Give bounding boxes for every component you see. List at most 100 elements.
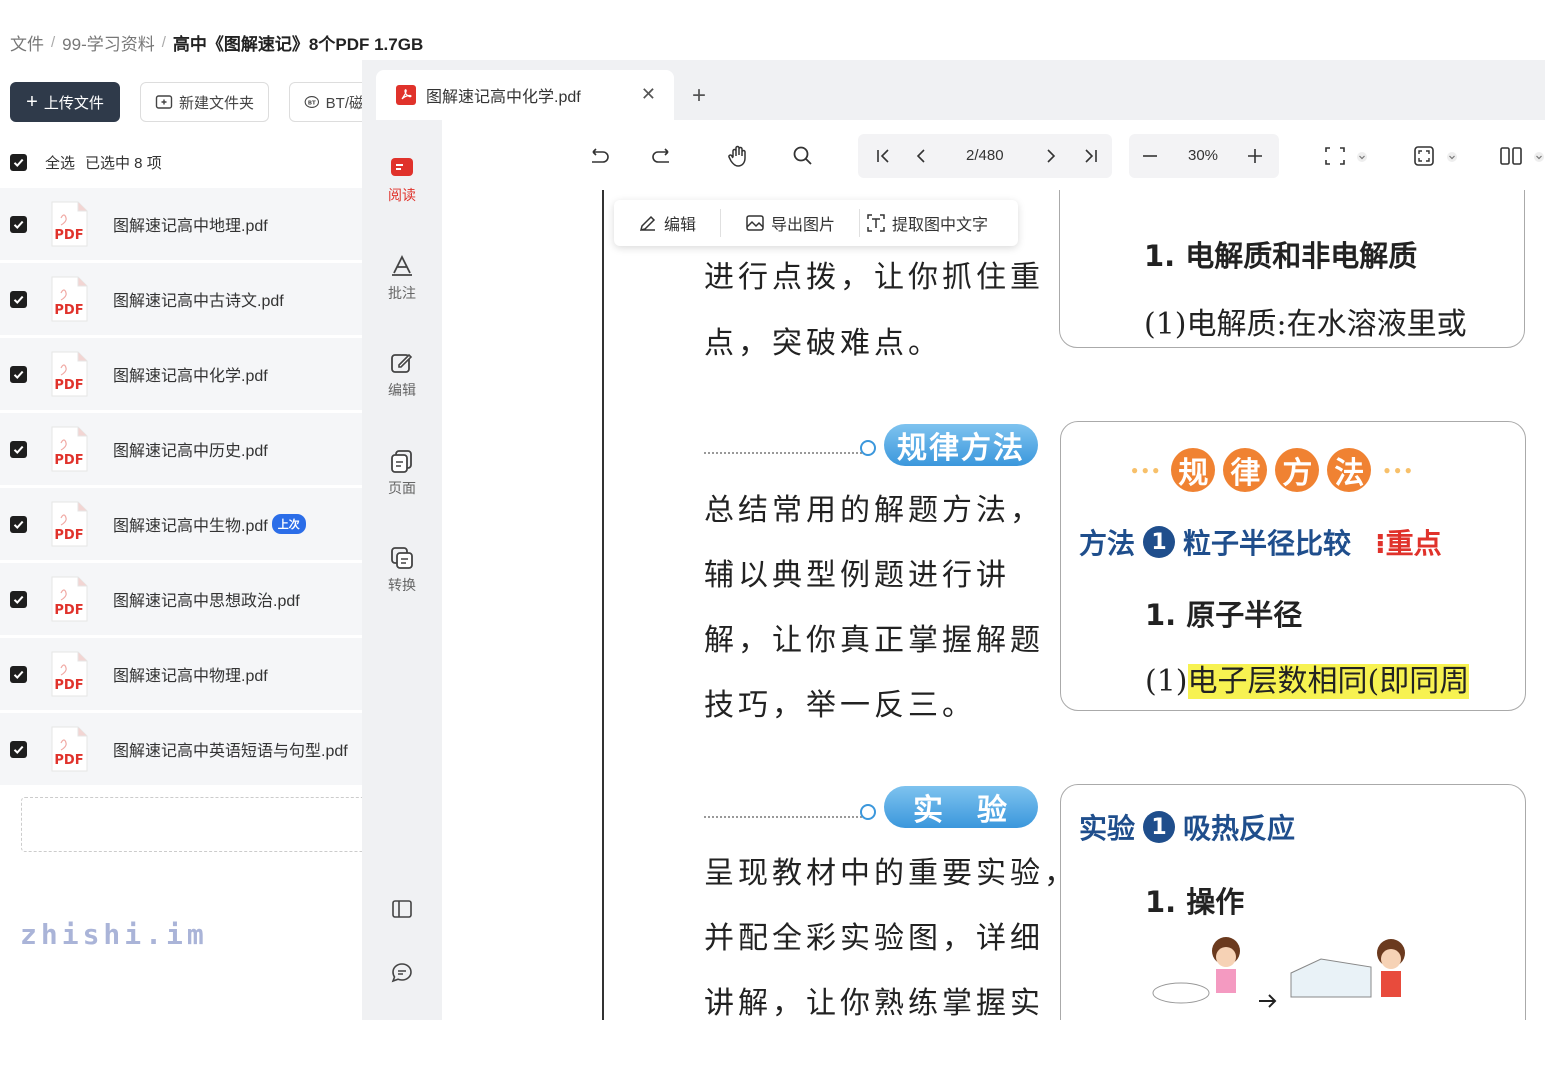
last-page-icon[interactable] <box>1078 143 1104 169</box>
text-extract-icon <box>867 214 885 232</box>
select-all-checkbox[interactable] <box>10 154 27 171</box>
fullscreen-icon[interactable] <box>1411 143 1437 169</box>
file-name: 图解速记高中古诗文.pdf <box>113 293 284 310</box>
breadcrumb-folder[interactable]: 99-学习资料 <box>62 30 155 55</box>
content-box: 1. 电解质和非电解质 (1)电解质:在水溶液里或 <box>1059 190 1525 348</box>
file-checkbox[interactable] <box>10 215 27 233</box>
new-tab-plus-icon[interactable]: + <box>692 82 706 110</box>
file-row[interactable]: PDF 图解速记高中历史.pdf <box>0 413 362 485</box>
connector-circle <box>860 804 876 820</box>
annotate-icon <box>392 254 412 276</box>
file-checkbox[interactable] <box>10 590 27 608</box>
svg-text:PDF: PDF <box>54 678 83 693</box>
page-indicator[interactable]: 2/480 <box>966 147 1004 164</box>
check-icon <box>13 158 24 168</box>
file-row[interactable]: PDF 图解速记高中古诗文.pdf <box>0 263 362 335</box>
check-icon <box>13 745 24 754</box>
sidebar-item-convert[interactable]: 转换 <box>362 545 442 595</box>
chevron-down-icon[interactable] <box>1446 152 1458 162</box>
file-row[interactable]: PDF 图解速记高中化学.pdf <box>0 338 362 410</box>
file-checkbox[interactable] <box>10 515 27 533</box>
check-icon <box>13 520 24 529</box>
pdf-file-icon: PDF <box>49 425 89 473</box>
method-banner: ● ● ● 规 律 方 法 ● ● ● <box>1131 448 1412 492</box>
upload-dropzone[interactable] <box>21 797 362 852</box>
file-checkbox[interactable] <box>10 290 27 308</box>
banner-char: 规 <box>1171 448 1216 492</box>
check-icon <box>13 445 24 454</box>
select-all-label[interactable]: 全选 <box>45 152 75 173</box>
export-image-label: 导出图片 <box>771 217 836 234</box>
sidebar-item-edit[interactable]: 编辑 <box>362 350 442 400</box>
zoom-group: 30% <box>1129 134 1279 178</box>
upload-label: 上传文件 <box>43 94 104 112</box>
chevron-down-icon[interactable] <box>1533 152 1545 162</box>
file-checkbox[interactable] <box>10 365 27 383</box>
document-area: 2/480 30% 编辑 导出图片 提取图中文字 进行点拨，让你抓住重 点，突破… <box>442 120 1545 1020</box>
pdf-file-icon: PDF <box>49 350 89 398</box>
zoom-out-icon[interactable] <box>1137 143 1163 169</box>
export-image-button[interactable]: 导出图片 <box>720 209 859 237</box>
close-icon[interactable]: ✕ <box>641 84 656 105</box>
sidebar-item-label: 阅读 <box>388 187 416 203</box>
page-text-line: 辅以典型例题进行讲 <box>704 558 1010 593</box>
file-checkbox[interactable] <box>10 440 27 458</box>
search-icon[interactable] <box>790 143 816 169</box>
edit-image-button[interactable]: 编辑 <box>614 209 720 237</box>
sidebar-item-pages[interactable]: 页面 <box>362 448 442 498</box>
file-panel: + 上传文件 新建文件夹 BT BT/磁 全选 已选中 8 项 PDF 图解速记… <box>0 70 362 1020</box>
zoom-level[interactable]: 30% <box>1188 147 1218 164</box>
chevron-down-icon[interactable] <box>1356 152 1368 162</box>
file-row[interactable]: PDF 图解速记高中生物.pdf 上次 <box>0 488 362 560</box>
sidebar-item-annotate[interactable]: 批注 <box>362 253 442 303</box>
new-folder-button[interactable]: 新建文件夹 <box>140 82 270 122</box>
file-checkbox[interactable] <box>10 740 27 758</box>
file-row[interactable]: PDF 图解速记高中思想政治.pdf <box>0 563 362 635</box>
box-heading: 1. 电解质和非电解质 <box>1144 239 1418 273</box>
file-checkbox[interactable] <box>10 665 27 683</box>
tab-active-document[interactable]: 图解速记高中化学.pdf ✕ <box>376 70 674 120</box>
file-row[interactable]: PDF 图解速记高中地理.pdf <box>0 188 362 260</box>
content-box: ● ● ● 规 律 方 法 ● ● ● 方法 1 粒子半径比较 ⁝重点 1. 原… <box>1060 421 1526 711</box>
box-heading: 1. 操作 <box>1145 885 1245 919</box>
panel-toggle-icon[interactable] <box>389 896 415 922</box>
page-text-line: 并配全彩实验图，详细 <box>704 921 1044 956</box>
experiment-number: 1 <box>1143 811 1176 843</box>
upload-button[interactable]: + 上传文件 <box>10 82 120 122</box>
comment-icon[interactable] <box>389 960 415 986</box>
bt-magnet-button[interactable]: BT BT/磁 <box>289 82 362 122</box>
extract-text-button[interactable]: 提取图中文字 <box>859 209 1012 237</box>
undo-icon[interactable] <box>585 143 611 169</box>
sidebar-item-label: 批注 <box>388 285 416 301</box>
experiment-title: 吸热反应 <box>1183 812 1296 845</box>
pdf-page[interactable]: 编辑 导出图片 提取图中文字 进行点拨，让你抓住重 点，突破难点。 规律方法 总… <box>602 190 1545 1020</box>
redo-icon[interactable] <box>650 143 676 169</box>
file-row[interactable]: PDF 图解速记高中英语短语与句型.pdf <box>0 713 362 785</box>
file-row[interactable]: PDF 图解速记高中物理.pdf <box>0 638 362 710</box>
file-toolbar: + 上传文件 新建文件夹 BT BT/磁 <box>10 82 362 122</box>
last-opened-badge: 上次 <box>271 514 306 534</box>
new-folder-label: 新建文件夹 <box>179 94 255 112</box>
plus-icon: + <box>26 91 38 113</box>
next-page-icon[interactable] <box>1038 143 1064 169</box>
dual-page-icon[interactable] <box>1498 143 1524 169</box>
prev-page-icon[interactable] <box>908 143 934 169</box>
sidebar-item-read[interactable]: 阅读 <box>362 155 442 205</box>
fit-width-icon[interactable] <box>1322 143 1348 169</box>
check-icon <box>13 220 24 229</box>
pdf-file-icon: PDF <box>49 650 89 698</box>
hand-icon[interactable] <box>726 143 752 169</box>
svg-text:PDF: PDF <box>54 453 83 468</box>
page-text-line: 讲解，让你熟练掌握实 <box>704 986 1044 1020</box>
box-heading: 1. 原子半径 <box>1145 598 1303 632</box>
book-icon <box>391 158 413 176</box>
method-heading: 方法 1 粒子半径比较 ⁝重点 <box>1079 522 1442 562</box>
file-name: 图解速记高中物理.pdf <box>113 668 268 685</box>
edit-icon <box>391 353 413 373</box>
bt-label: BT/磁 <box>325 94 362 112</box>
zoom-in-icon[interactable] <box>1242 143 1268 169</box>
viewer-sidebar: 阅读 批注 编辑 页面 转换 <box>362 120 442 1020</box>
breadcrumb-root[interactable]: 文件 <box>10 30 44 55</box>
first-page-icon[interactable] <box>870 143 896 169</box>
experiment-label: 实验 <box>1079 812 1136 845</box>
